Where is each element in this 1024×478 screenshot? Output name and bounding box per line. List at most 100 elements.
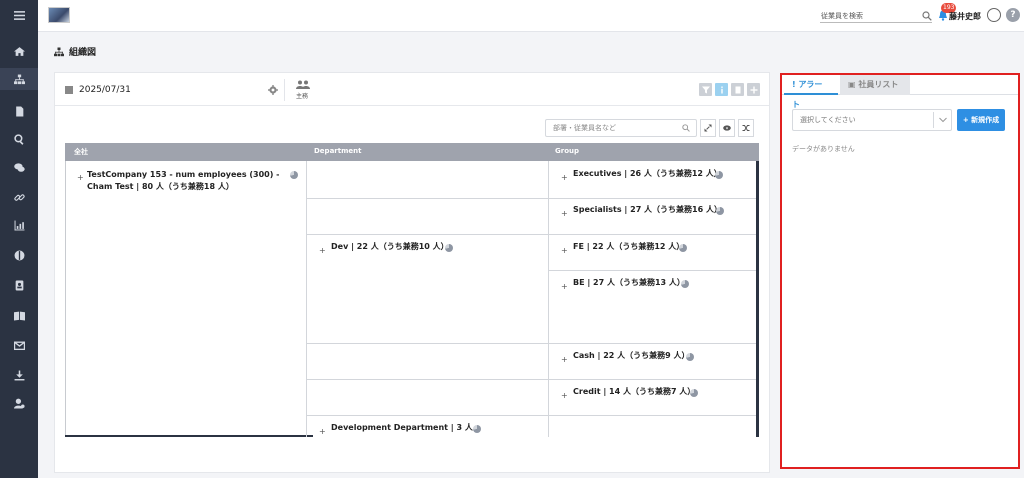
pie-chart-icon[interactable] [716,207,724,215]
org-table-header: 全社 Department Group [65,143,759,161]
org-table: 全社 Department Group + TestCompany 153 - … [65,143,759,437]
expand-button[interactable] [700,119,716,137]
home-icon[interactable] [0,40,38,62]
book-icon[interactable] [0,304,38,326]
row-divider [548,270,756,271]
expand-toggle[interactable]: + [319,427,326,436]
avatar[interactable] [987,8,1001,22]
cloud-download-button[interactable] [719,119,735,137]
link-icon[interactable] [0,186,38,208]
address-book-icon[interactable] [0,274,38,296]
table-border [756,161,759,437]
mode-label[interactable]: 主務 [296,91,308,100]
bar-chart-icon[interactable] [0,214,38,236]
group-node[interactable]: BE | 27 人（うち兼務13 人） [573,277,685,289]
toolbar-divider [284,79,285,101]
user-name[interactable]: 藤井史郎 [949,11,981,22]
pie-chart-icon[interactable] [715,171,723,179]
expand-toggle[interactable]: + [561,173,568,182]
page-title-text: 組織図 [69,48,97,58]
top-bar: 従業員を検索 193 藤井史郎 ? [38,0,1024,32]
expand-toggle[interactable]: + [561,391,568,400]
search-icon[interactable] [0,128,38,150]
view-buttons [699,83,760,96]
group-node[interactable]: Specialists | 27 人（うち兼務16 人） [573,204,722,216]
pie-chart-icon[interactable] [686,353,694,361]
row-divider [306,198,756,199]
department-search-input[interactable]: 部署・従業員名など [545,119,697,137]
shuffle-button[interactable] [738,119,754,137]
group-node[interactable]: Credit | 14 人（うち兼務7 人） [573,386,695,398]
expand-toggle[interactable]: + [77,173,84,182]
help-icon[interactable]: ? [1006,8,1020,22]
pie-chart-icon[interactable] [473,425,481,433]
gear-icon[interactable] [268,85,278,95]
expand-toggle[interactable]: + [319,246,326,255]
document-button[interactable] [731,83,744,96]
pie-chart-icon[interactable] [445,244,453,252]
table-border [65,435,313,437]
user-settings-icon[interactable] [0,392,38,414]
empty-state-text: データがありません [792,145,855,153]
company-logo[interactable] [48,7,70,23]
info-button[interactable] [715,83,728,96]
table-border [65,161,66,437]
company-node[interactable]: TestCompany 153 - num employees (300) - … [87,169,287,193]
tab-alert[interactable]: ! アラート [784,75,838,109]
group-node[interactable]: Cash | 22 人（うち兼務9 人） [573,350,690,362]
chevron-down-icon[interactable] [933,112,951,128]
row-divider [306,379,756,380]
new-create-button[interactable]: + 新規作成 [957,109,1005,131]
row-divider [306,343,756,344]
alert-select[interactable]: 選択してください [792,109,952,131]
calendar-icon[interactable] [65,86,73,94]
group-node[interactable]: FE | 22 人（うち兼務12 人） [573,241,684,253]
expand-toggle[interactable]: + [561,246,568,255]
filter-icon [701,86,710,93]
date-picker[interactable]: 2025/07/31 [79,85,131,95]
document-icon [735,86,740,93]
expand-toggle[interactable]: + [561,209,568,218]
pie-chart-icon[interactable] [679,244,687,252]
card-toolbar: 2025/07/31 主務 [55,73,769,106]
tab-employee-list[interactable]: ▣ 社員リスト [840,75,910,95]
column-divider [306,161,307,437]
sidebar [0,0,38,478]
search-icon [682,124,690,132]
add-button[interactable] [747,83,760,96]
pie-chart-icon[interactable] [290,171,298,179]
row-divider [306,415,756,416]
employee-search-input[interactable]: 従業員を検索 [820,9,932,23]
chat-icon[interactable] [0,156,38,178]
group-node[interactable]: Executives | 26 人（うち兼務12 人） [573,168,722,180]
globe-icon[interactable] [0,244,38,266]
org-chart-card: 2025/07/31 主務 部署・従業員名など 全社 Department Gr… [54,72,770,473]
org-chart-icon[interactable] [0,68,38,90]
department-node[interactable]: Dev | 22 人（うち兼務10 人） [331,241,449,253]
side-panel: ! アラート ▣ 社員リスト 選択してください + 新規作成 データがありません [780,73,1020,469]
shuffle-icon [742,125,750,131]
mail-icon[interactable] [0,334,38,356]
header-company: 全社 [74,148,88,156]
department-node[interactable]: Development Department | 3 人 [331,422,473,434]
pie-chart-icon[interactable] [681,280,689,288]
cloud-download-icon [723,125,731,131]
search-icon[interactable] [922,11,932,21]
filter-button[interactable] [699,83,712,96]
expand-icon [704,124,712,132]
menu-icon[interactable] [0,4,38,26]
pie-chart-icon[interactable] [690,389,698,397]
side-panel-tabs: ! アラート ▣ 社員リスト [782,75,1018,109]
chevron-down-icon [938,117,947,123]
info-icon [720,86,723,93]
header-group: Group [555,147,580,155]
people-icon[interactable] [296,80,310,90]
plus-icon [750,86,757,93]
row-divider [306,234,756,235]
org-chart-icon [54,47,64,56]
expand-toggle[interactable]: + [561,282,568,291]
tab-alert-label: アラート [792,80,823,109]
document-icon[interactable] [0,100,38,122]
download-icon[interactable] [0,364,38,386]
expand-toggle[interactable]: + [561,355,568,364]
